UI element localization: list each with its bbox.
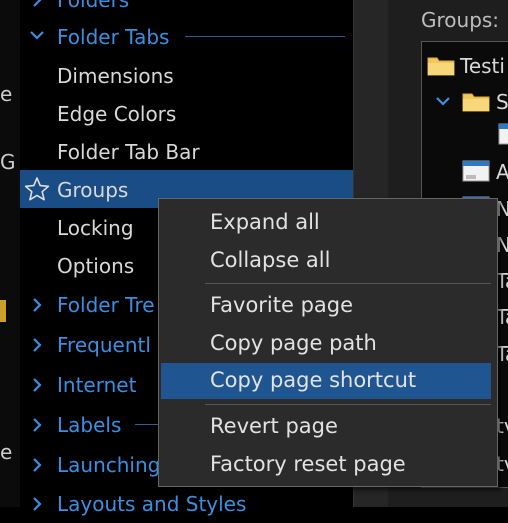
- context-menu: Expand all Collapse all Favorite page Co…: [158, 198, 498, 487]
- menu-item-expand-all[interactable]: Expand all: [161, 205, 491, 241]
- chevron-right-icon[interactable]: [30, 0, 44, 9]
- groups-panel-title: Groups:: [421, 8, 500, 32]
- chevron-right-icon[interactable]: [30, 456, 44, 474]
- star-icon[interactable]: [24, 176, 50, 202]
- groups-list-item[interactable]: Testi: [460, 54, 505, 78]
- chevron-right-icon[interactable]: [30, 336, 44, 354]
- left-edge-text: e: [0, 440, 13, 464]
- tree-item-layouts-and-styles[interactable]: Layouts and Styles: [20, 485, 353, 523]
- tree-item-edge-colors[interactable]: Edge Colors: [20, 95, 353, 133]
- menu-item-copy-page-path[interactable]: Copy page path: [161, 326, 491, 362]
- tree-item-label: Folder Tabs: [57, 25, 170, 49]
- tree-item-label: Folder Tab Bar: [57, 140, 200, 164]
- folder-icon: [462, 93, 490, 112]
- tree-item-label: Folder Tre: [57, 293, 155, 317]
- tree-item-label: Folders: [57, 0, 130, 12]
- left-edge-text: G: [0, 150, 16, 174]
- folder-icon: [427, 57, 455, 76]
- groups-list-item[interactable]: A: [496, 160, 508, 184]
- menu-item-label: Revert page: [210, 414, 338, 438]
- menu-item-label: Collapse all: [210, 248, 331, 272]
- menu-item-favorite-page[interactable]: Favorite page: [161, 288, 491, 324]
- menu-item-copy-page-shortcut[interactable]: Copy page shortcut: [161, 363, 491, 399]
- tree-item-label: Groups: [57, 178, 129, 202]
- menu-item-label: Favorite page: [210, 293, 354, 317]
- left-edge-pane: e G e: [0, 0, 20, 507]
- chevron-right-icon[interactable]: [30, 296, 44, 314]
- menu-item-factory-reset-page[interactable]: Factory reset page: [161, 447, 491, 483]
- menu-item-label: Copy page shortcut: [210, 368, 417, 392]
- chevron-right-icon[interactable]: [30, 495, 44, 513]
- menu-item-label: Factory reset page: [210, 452, 406, 476]
- tree-item-folder-tabs[interactable]: Folder Tabs: [20, 18, 353, 56]
- tree-item-folder-tab-bar[interactable]: Folder Tab Bar: [20, 133, 353, 171]
- tree-item-label: Labels: [57, 413, 122, 437]
- tree-item-label: Layouts and Styles: [57, 492, 247, 516]
- tree-item-label: Internet: [57, 373, 137, 397]
- group-divider-line: [185, 36, 345, 37]
- menu-item-collapse-all[interactable]: Collapse all: [161, 243, 491, 279]
- left-edge-marker: [0, 300, 6, 322]
- menu-item-revert-page[interactable]: Revert page: [161, 409, 491, 445]
- window-icon: [462, 160, 490, 182]
- tree-item-label: Locking: [57, 216, 134, 240]
- group-divider-line: [135, 424, 160, 425]
- tree-item-label: Dimensions: [57, 64, 174, 88]
- chevron-right-icon[interactable]: [30, 416, 44, 434]
- left-edge-text: e: [0, 82, 13, 106]
- chevron-right-icon[interactable]: [30, 376, 44, 394]
- tree-item-label: Options: [57, 254, 135, 278]
- menu-separator: [205, 283, 491, 284]
- window-icon: [498, 123, 508, 145]
- menu-separator: [205, 404, 491, 405]
- tree-item-folders[interactable]: Folders: [20, 0, 353, 19]
- tree-item-label: Frequentl: [57, 333, 151, 357]
- tree-item-label: Edge Colors: [57, 102, 177, 126]
- groups-list-item[interactable]: S: [496, 90, 508, 114]
- chevron-down-icon[interactable]: [28, 28, 46, 42]
- menu-item-label: Copy page path: [210, 331, 377, 355]
- tree-item-dimensions[interactable]: Dimensions: [20, 57, 353, 95]
- chevron-down-icon[interactable]: [434, 94, 452, 108]
- menu-item-label: Expand all: [210, 210, 320, 234]
- tree-item-label: Launching: [57, 453, 161, 477]
